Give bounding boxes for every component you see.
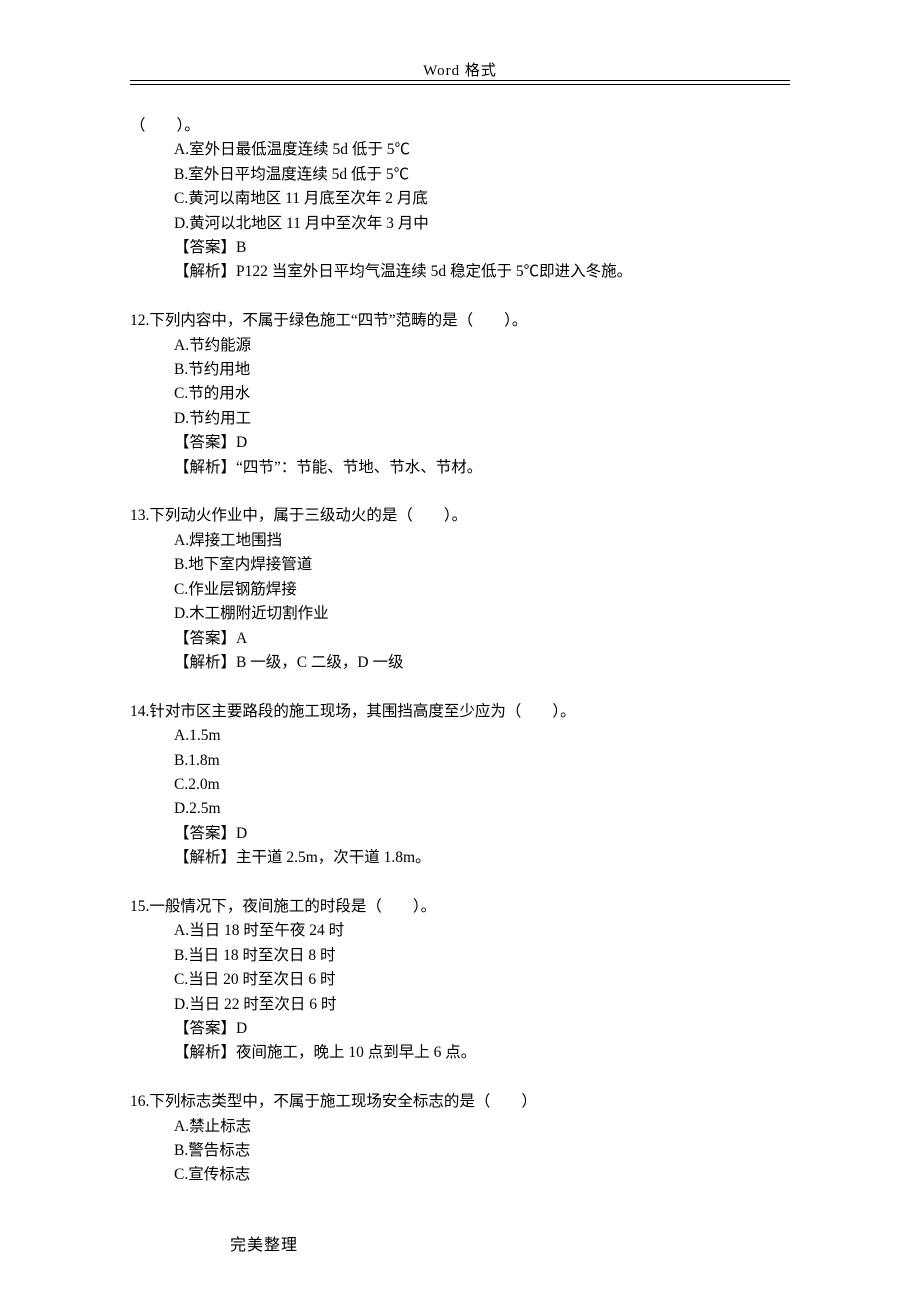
document-body: （ ）。 A.室外日最低温度连续 5d 低于 5℃ B.室外日平均温度连续 5d… xyxy=(130,114,790,1188)
q13-stem: 13.下列动火作业中，属于三级动火的是（ ）。 xyxy=(130,504,790,528)
q15-option-a: A.当日 18 时至午夜 24 时 xyxy=(130,919,790,943)
q14-option-b: B.1.8m xyxy=(130,749,790,773)
q15-option-b: B.当日 18 时至次日 8 时 xyxy=(130,944,790,968)
page-header-title: Word 格式 xyxy=(0,59,920,80)
q11-answer: 【答案】B xyxy=(130,236,790,260)
header-rule-thick xyxy=(130,80,790,81)
q14-option-a: A.1.5m xyxy=(130,724,790,748)
q16-stem: 16.下列标志类型中，不属于施工现场安全标志的是（ ） xyxy=(130,1090,790,1114)
gap-15-16 xyxy=(130,1066,790,1090)
q11-analysis: 【解析】P122 当室外日平均气温连续 5d 稳定低于 5℃即进入冬施。 xyxy=(130,260,790,284)
q13-option-a: A.焊接工地围挡 xyxy=(130,529,790,553)
q12-option-b: B.节约用地 xyxy=(130,358,790,382)
gap-12-13 xyxy=(130,480,790,504)
q16-option-c: C.宣传标志 xyxy=(130,1163,790,1187)
q16-option-b: B.警告标志 xyxy=(130,1139,790,1163)
q14-analysis: 【解析】主干道 2.5m，次干道 1.8m。 xyxy=(130,846,790,870)
document-page: Word 格式 （ ）。 A.室外日最低温度连续 5d 低于 5℃ B.室外日平… xyxy=(0,0,920,1302)
q12-stem: 12.下列内容中，不属于绿色施工“四节”范畴的是（ ）。 xyxy=(130,309,790,333)
q11-option-b: B.室外日平均温度连续 5d 低于 5℃ xyxy=(130,163,790,187)
q13-option-b: B.地下室内焊接管道 xyxy=(130,553,790,577)
gap-14-15 xyxy=(130,871,790,895)
q14-option-d: D.2.5m xyxy=(130,797,790,821)
q15-answer: 【答案】D xyxy=(130,1017,790,1041)
q14-option-c: C.2.0m xyxy=(130,773,790,797)
gap-11-12 xyxy=(130,285,790,309)
q13-option-c: C.作业层钢筋焊接 xyxy=(130,578,790,602)
q15-option-c: C.当日 20 时至次日 6 时 xyxy=(130,968,790,992)
q12-option-d: D.节约用工 xyxy=(130,407,790,431)
q12-analysis: 【解析】“四节”：节能、节地、节水、节材。 xyxy=(130,456,790,480)
q14-stem: 14.针对市区主要路段的施工现场，其围挡高度至少应为（ ）。 xyxy=(130,700,790,724)
header-rule-thin xyxy=(130,84,790,85)
q11-stem-cont: （ ）。 xyxy=(130,114,790,138)
q12-option-a: A.节约能源 xyxy=(130,334,790,358)
q15-option-d: D.当日 22 时至次日 6 时 xyxy=(130,993,790,1017)
q15-analysis: 【解析】夜间施工，晚上 10 点到早上 6 点。 xyxy=(130,1041,790,1065)
page-footer-text: 完美整理 xyxy=(230,1231,298,1255)
q11-option-c: C.黄河以南地区 11 月底至次年 2 月底 xyxy=(130,187,790,211)
q16-option-a: A.禁止标志 xyxy=(130,1115,790,1139)
q13-answer: 【答案】A xyxy=(130,627,790,651)
q11-option-a: A.室外日最低温度连续 5d 低于 5℃ xyxy=(130,138,790,162)
q12-answer: 【答案】D xyxy=(130,431,790,455)
gap-13-14 xyxy=(130,675,790,699)
q13-analysis: 【解析】B 一级，C 二级，D 一级 xyxy=(130,651,790,675)
q14-answer: 【答案】D xyxy=(130,822,790,846)
q15-stem: 15.一般情况下，夜间施工的时段是（ ）。 xyxy=(130,895,790,919)
q12-option-c: C.节的用水 xyxy=(130,382,790,406)
q13-option-d: D.木工棚附近切割作业 xyxy=(130,602,790,626)
q11-option-d: D.黄河以北地区 11 月中至次年 3 月中 xyxy=(130,212,790,236)
